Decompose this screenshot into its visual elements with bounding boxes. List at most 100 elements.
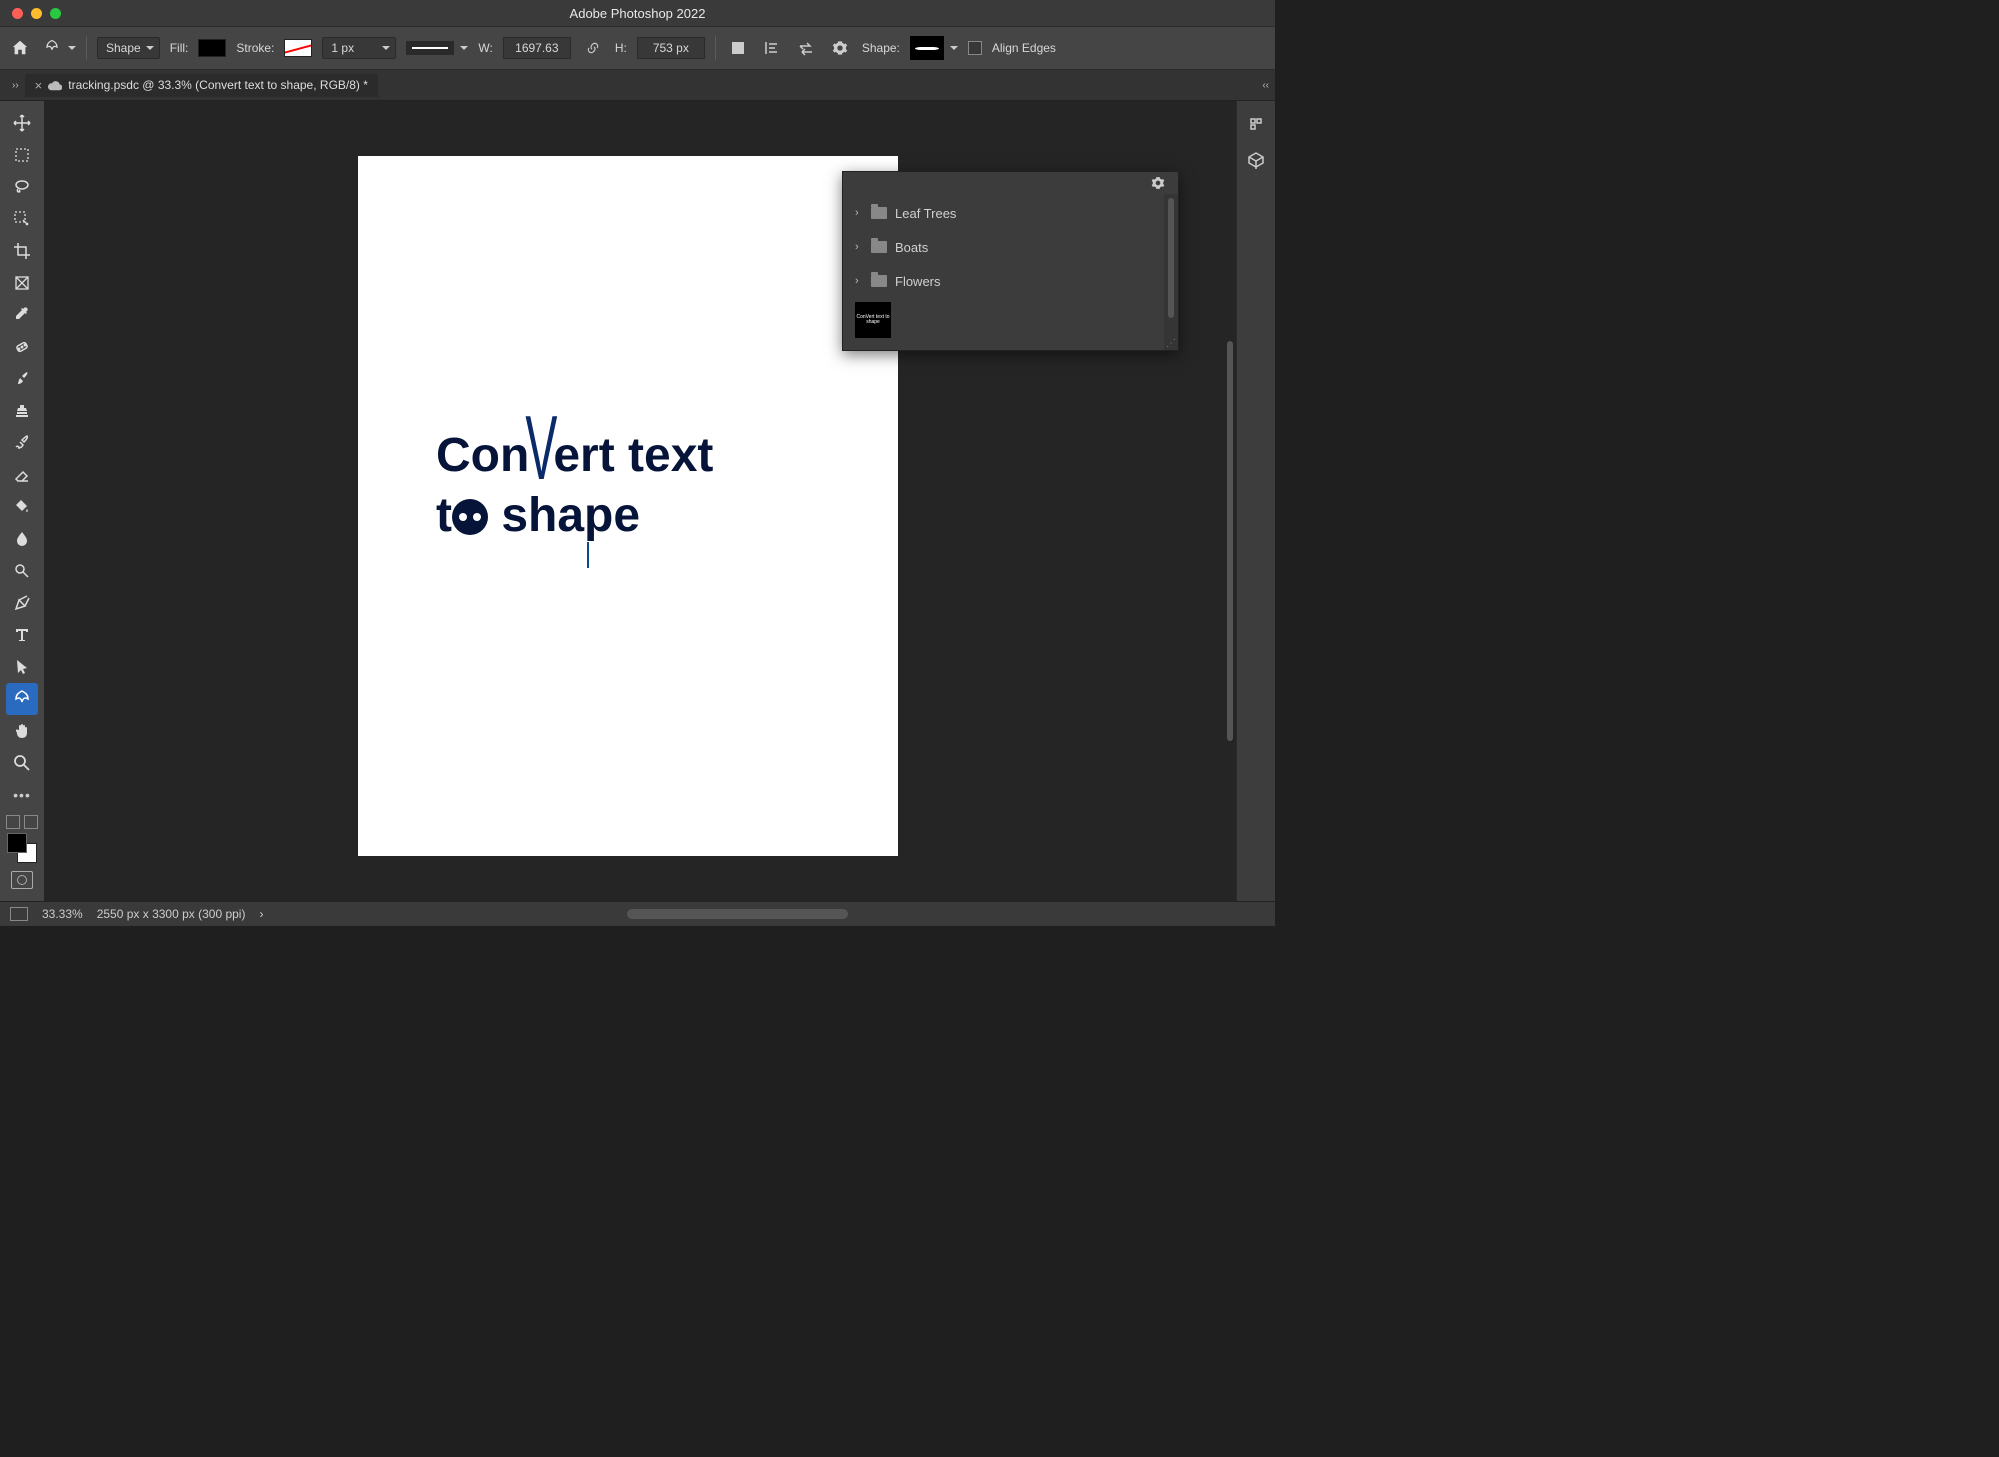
edit-toolbar-button[interactable]: ••• — [6, 779, 38, 811]
width-input[interactable]: 1697.63 — [503, 37, 571, 59]
custom-shape-picker[interactable] — [910, 36, 958, 60]
crop-tool[interactable] — [6, 235, 38, 267]
status-disclosure-icon[interactable]: › — [259, 907, 263, 921]
move-tool[interactable] — [6, 107, 38, 139]
type-tool[interactable] — [6, 619, 38, 651]
fill-swatch[interactable] — [198, 39, 226, 57]
marquee-tool[interactable] — [6, 139, 38, 171]
chevron-right-icon: › — [855, 275, 863, 287]
quick-mask-button[interactable] — [11, 871, 33, 889]
shape-folder-label: Flowers — [895, 274, 941, 289]
path-operations-button[interactable] — [726, 36, 750, 60]
3d-icon[interactable] — [1245, 149, 1267, 171]
zoom-window-button[interactable] — [50, 8, 61, 19]
frame-tool[interactable] — [6, 267, 38, 299]
shape-folder-label: Boats — [895, 240, 928, 255]
zoom-level[interactable]: 33.33% — [42, 907, 83, 921]
link-wh-button[interactable] — [581, 36, 605, 60]
foreground-background-swatch[interactable] — [7, 833, 37, 863]
document-canvas[interactable]: ConVert text t shape — [358, 156, 898, 856]
dodge-tool[interactable] — [6, 555, 38, 587]
divider — [86, 36, 87, 60]
shape-picker-popover: › Leaf Trees › Boats › Flowers ConVert text to… — [842, 171, 1179, 351]
shape-folder-label: Leaf Trees — [895, 206, 956, 221]
horizontal-scrollbar[interactable] — [480, 909, 1215, 919]
pen-tool[interactable] — [6, 587, 38, 619]
share-icon[interactable] — [1245, 113, 1267, 135]
brush-tool[interactable] — [6, 363, 38, 395]
canvas-text-shape[interactable]: ConVert text t shape — [436, 426, 713, 546]
text-fragment-o — [452, 499, 488, 535]
tools-panel: ••• — [0, 101, 45, 901]
chevron-right-icon: › — [855, 241, 863, 253]
height-input[interactable]: 753 px — [637, 37, 705, 59]
minimize-window-button[interactable] — [31, 8, 42, 19]
tab-title: tracking.psdc @ 33.3% (Convert text to s… — [68, 78, 368, 92]
document-dimensions[interactable]: 2550 px x 3300 px (300 ppi) — [97, 907, 246, 921]
shape-thumbnail-row: ConVert text to shape — [847, 298, 1160, 346]
eraser-tool[interactable] — [6, 459, 38, 491]
quick-select-tool[interactable] — [6, 203, 38, 235]
zoom-tool[interactable] — [6, 747, 38, 779]
tool-mode-select[interactable]: Shape — [97, 37, 160, 59]
vertical-scrollbar[interactable] — [1227, 341, 1233, 741]
popover-menu-button[interactable] — [1146, 171, 1170, 195]
right-panel-dock — [1236, 101, 1275, 901]
status-bar: 33.33% 2550 px x 3300 px (300 ppi) › — [0, 901, 1275, 926]
paint-bucket-tool[interactable] — [6, 491, 38, 523]
clone-tool[interactable] — [6, 395, 38, 427]
history-brush-tool[interactable] — [6, 427, 38, 459]
folder-icon — [871, 241, 887, 253]
align-edges-checkbox[interactable] — [968, 41, 982, 55]
fill-label: Fill: — [170, 41, 189, 55]
document-tabs: ›› × tracking.psdc @ 33.3% (Convert text… — [0, 70, 1275, 101]
options-bar: Shape Fill: Stroke: 1 px W: 1697.63 H: 7… — [0, 27, 1275, 70]
shape-folder-item[interactable]: › Flowers — [847, 264, 1160, 298]
blur-tool[interactable] — [6, 523, 38, 555]
screen-mode-buttons[interactable] — [6, 815, 38, 829]
window-controls — [0, 8, 61, 19]
stroke-label: Stroke: — [236, 41, 274, 55]
status-proof-icon[interactable] — [10, 907, 28, 921]
title-bar: Adobe Photoshop 2022 — [0, 0, 1275, 27]
healing-tool[interactable] — [6, 331, 38, 363]
app-title: Adobe Photoshop 2022 — [570, 6, 706, 21]
folder-icon — [871, 275, 887, 287]
popover-scrollbar[interactable] — [1164, 194, 1178, 350]
tool-preset-picker[interactable] — [42, 38, 76, 58]
document-tab[interactable]: × tracking.psdc @ 33.3% (Convert text to… — [25, 74, 378, 97]
chevron-right-icon: › — [855, 207, 863, 219]
path-select-tool[interactable] — [6, 651, 38, 683]
resize-handle-icon[interactable]: ⋰ — [1166, 338, 1176, 348]
path-alignment-button[interactable] — [760, 36, 784, 60]
main-area: ••• ConVert text t shape › Leaf Trees › Boa… — [0, 101, 1275, 901]
close-window-button[interactable] — [12, 8, 23, 19]
home-button[interactable] — [8, 36, 32, 60]
divider — [715, 36, 716, 60]
expand-panels-icon[interactable]: ›› — [6, 80, 25, 91]
expand-right-panels-icon[interactable]: ‹‹ — [1262, 80, 1275, 91]
shape-thumbnail[interactable]: ConVert text to shape — [855, 302, 891, 338]
custom-shape-tool[interactable] — [6, 683, 38, 715]
shape-folder-item[interactable]: › Boats — [847, 230, 1160, 264]
additional-options-button[interactable] — [828, 36, 852, 60]
shape-folder-item[interactable]: › Leaf Trees — [847, 196, 1160, 230]
width-label: W: — [478, 41, 492, 55]
stroke-swatch[interactable] — [284, 39, 312, 57]
folder-icon — [871, 207, 887, 219]
eyedropper-tool[interactable] — [6, 299, 38, 331]
text-fragment: Con — [436, 429, 529, 482]
stroke-width-select[interactable]: 1 px — [322, 37, 396, 59]
lasso-tool[interactable] — [6, 171, 38, 203]
hand-tool[interactable] — [6, 715, 38, 747]
text-fragment: e — [613, 489, 640, 542]
height-label: H: — [615, 41, 627, 55]
cloud-icon — [48, 79, 62, 91]
align-edges-label: Align Edges — [992, 41, 1056, 55]
path-arrangement-button[interactable] — [794, 36, 818, 60]
close-tab-button[interactable]: × — [35, 78, 43, 93]
stroke-type-select[interactable] — [406, 41, 468, 55]
text-fragment: ert text — [553, 429, 713, 482]
text-fragment: p — [584, 489, 613, 542]
text-fragment: V — [525, 393, 557, 507]
